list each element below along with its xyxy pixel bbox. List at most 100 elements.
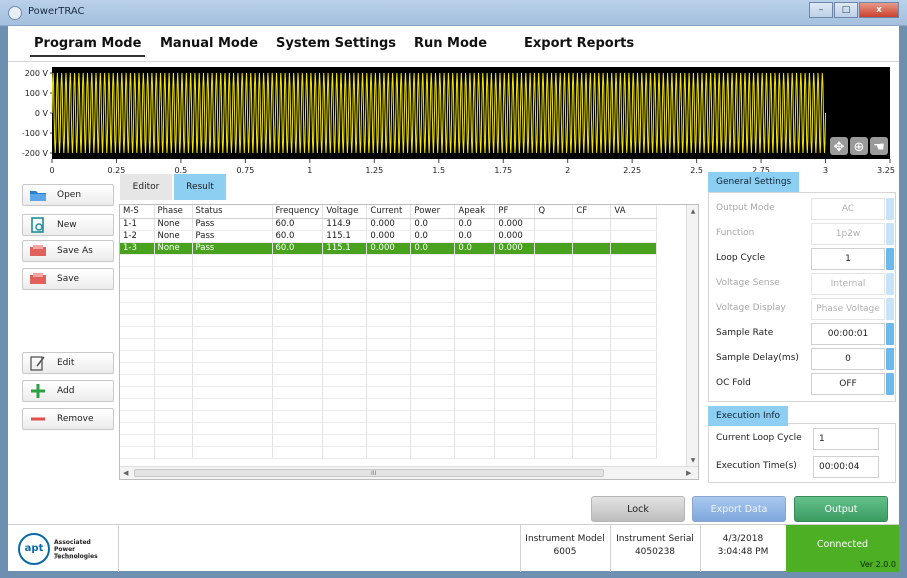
column-header[interactable]: CF	[572, 205, 612, 219]
logo-line-3: a division of	[54, 555, 79, 560]
minimize-button[interactable]: –	[809, 2, 833, 18]
column-header[interactable]: Current	[366, 205, 412, 219]
spinner-arrows-icon[interactable]	[886, 373, 894, 395]
empty-cell	[272, 386, 324, 399]
empty-cell	[366, 290, 412, 303]
edit-button[interactable]: Edit	[22, 352, 114, 374]
table-row[interactable]: 1-3 None Pass 60.0 115.1 0.000 0.0 0.0 0.000	[120, 242, 658, 255]
tab-editor[interactable]: Editor	[120, 174, 172, 200]
empty-cell	[154, 362, 193, 375]
time-text: 3:04:48 PM	[717, 547, 769, 557]
empty-cell	[366, 278, 412, 291]
tab-export-reports[interactable]: Export Reports	[524, 36, 634, 51]
add-button[interactable]: Add	[22, 380, 114, 402]
column-header[interactable]: VA	[610, 205, 658, 219]
empty-cell	[272, 362, 324, 375]
empty-cell	[120, 410, 155, 423]
column-header[interactable]: Power	[410, 205, 456, 219]
column-header[interactable]: PF	[494, 205, 536, 219]
vertical-scrollbar[interactable]: ▲ ▼	[686, 205, 698, 479]
table-row[interactable]: 1-2 None Pass 60.0 115.1 0.000 0.0 0.0 0.000	[120, 230, 658, 243]
tab-program-mode[interactable]: Program Mode	[29, 36, 146, 57]
output-button[interactable]: Output	[794, 496, 888, 522]
empty-cell	[322, 350, 368, 363]
model-label: Instrument Model	[525, 534, 605, 544]
column-header[interactable]: Status	[192, 205, 273, 219]
tab-system-settings[interactable]: System Settings	[276, 36, 396, 51]
horizontal-scrollbar[interactable]: ◀ III ▶	[120, 466, 698, 479]
empty-cell	[454, 302, 496, 315]
empty-cell	[272, 446, 324, 459]
empty-cell	[322, 434, 368, 447]
status-divider	[118, 525, 119, 572]
empty-cell	[120, 290, 155, 303]
empty-cell	[494, 266, 536, 279]
table-cell	[610, 218, 658, 231]
setting-value[interactable]: OFF	[811, 373, 885, 395]
execution-info-title: Execution Info	[708, 406, 789, 426]
column-header[interactable]: Frequency	[272, 205, 324, 219]
zoom-icon[interactable]: ⊕	[850, 137, 868, 155]
y-tick-label: 200 V	[25, 69, 49, 78]
empty-cell	[366, 302, 412, 315]
save-icon	[27, 270, 49, 288]
column-header[interactable]: Phase	[154, 205, 193, 219]
close-button[interactable]: x	[859, 2, 899, 18]
empty-cell	[610, 314, 658, 327]
setting-row: Loop Cycle 1	[716, 248, 894, 270]
table-row[interactable]: 1-1 None Pass 60.0 114.9 0.000 0.0 0.0 0.000	[120, 218, 658, 231]
empty-cell	[366, 422, 412, 435]
column-header[interactable]: Voltage	[322, 205, 368, 219]
tab-result[interactable]: Result	[174, 174, 226, 200]
new-button[interactable]: New	[22, 214, 114, 236]
spinner-arrows-icon[interactable]	[886, 348, 894, 370]
waveform-plot[interactable]: 200 V 100 V0 V -100 V -200 V 0 0.25 0.5 0.75 1 1.…	[8, 63, 899, 185]
table-cell: 115.1	[322, 242, 368, 255]
lock-button[interactable]: Lock	[591, 496, 685, 522]
empty-cell	[572, 362, 612, 375]
scroll-left-icon[interactable]: ◀	[123, 467, 128, 479]
tab-manual-mode[interactable]: Manual Mode	[160, 36, 258, 51]
remove-button[interactable]: Remove	[22, 408, 114, 430]
setting-value[interactable]: 00:00:01	[811, 323, 885, 345]
column-header[interactable]: Q	[534, 205, 574, 219]
x-tick-label: 3	[823, 166, 828, 175]
maximize-button[interactable]: □	[834, 2, 858, 18]
empty-cell	[454, 374, 496, 387]
empty-row	[120, 302, 658, 315]
pan-icon[interactable]: ✥	[830, 137, 848, 155]
save-button[interactable]: Save	[22, 268, 114, 290]
save-as-button[interactable]: Save As	[22, 240, 114, 262]
spinner-arrows-icon[interactable]	[886, 323, 894, 345]
empty-row	[120, 350, 658, 363]
empty-cell	[610, 254, 658, 267]
empty-cell	[120, 422, 155, 435]
x-tick-label: 1	[307, 166, 312, 175]
empty-cell	[610, 386, 658, 399]
empty-cell	[272, 398, 324, 411]
tab-run-mode[interactable]: Run Mode	[414, 36, 487, 51]
logo-mark: apt	[18, 533, 50, 565]
scroll-right-icon[interactable]: ▶	[686, 467, 691, 479]
empty-cell	[494, 314, 536, 327]
scrollbar-thumb[interactable]: III	[134, 469, 604, 477]
y-tick-label: -200 V	[22, 149, 49, 158]
empty-cell	[572, 254, 612, 267]
export-data-button[interactable]: Export Data	[692, 496, 786, 522]
empty-cell	[534, 398, 574, 411]
column-header[interactable]: Apeak	[454, 205, 496, 219]
spinner-arrows-icon[interactable]	[886, 248, 894, 270]
setting-value[interactable]: 0	[811, 348, 885, 370]
result-grid: M-S Phase Status Frequency Voltage Current Pow…	[120, 205, 658, 459]
hand-icon[interactable]: ☚	[870, 137, 888, 155]
empty-cell	[272, 434, 324, 447]
table-cell: Pass	[192, 242, 273, 255]
open-button[interactable]: Open	[22, 184, 114, 206]
setting-value[interactable]: 1	[811, 248, 885, 270]
column-header[interactable]: M-S	[120, 205, 155, 219]
empty-cell	[154, 398, 193, 411]
empty-cell	[154, 314, 193, 327]
scroll-up-icon[interactable]: ▲	[687, 206, 698, 218]
empty-cell	[322, 290, 368, 303]
setting-value: Phase Voltage	[811, 298, 885, 320]
